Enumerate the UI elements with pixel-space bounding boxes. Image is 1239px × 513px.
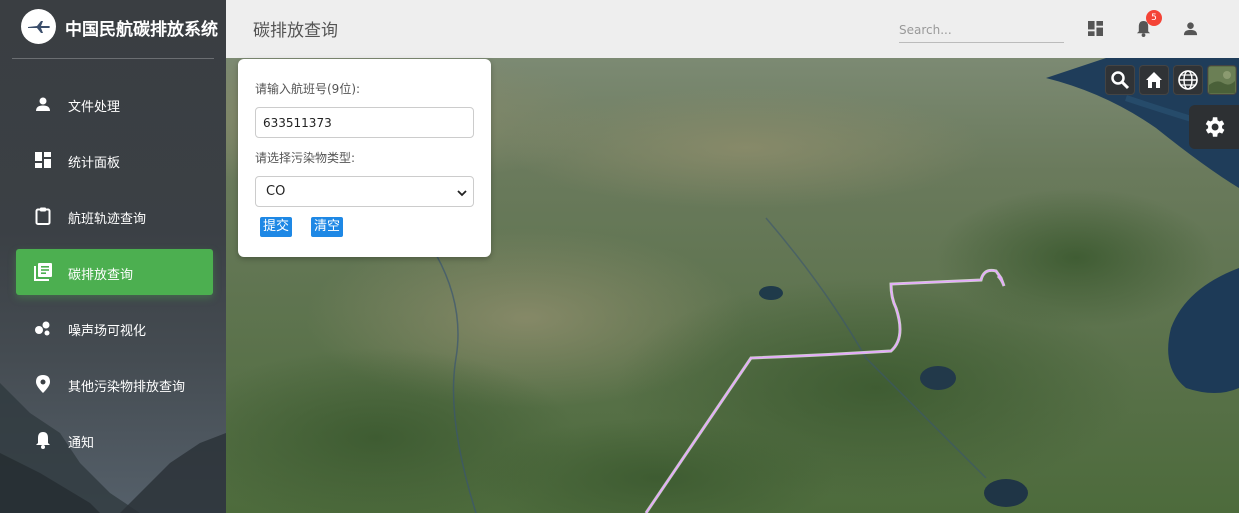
app-title: 中国民航碳排放系统 [65,20,218,40]
person-icon [1183,21,1197,35]
dashboard-icon[interactable] [1084,17,1106,39]
sidebar-item-file-processing[interactable]: 文件处理 [16,81,213,127]
imagery-icon[interactable] [1207,65,1237,95]
page-title: 碳排放查询 [253,21,338,41]
home-icon[interactable] [1139,65,1169,95]
search-icon[interactable] [1105,65,1135,95]
clear-button[interactable]: 清空 [311,217,344,237]
brand-divider [12,58,214,59]
sidebar-item-notifications[interactable]: 通知 [16,417,213,463]
dashboard-icon [33,150,53,170]
map-toolbar [1105,65,1237,95]
sidebar-item-label: 文件处理 [68,100,121,115]
sidebar-item-carbon-emission[interactable]: 碳排放查询 [16,249,213,295]
sidebar-item-label: 航班轨迹查询 [68,212,147,227]
search-input[interactable] [899,17,1064,43]
carbon-query-form: 请输入航班号(9位): 请选择污染物类型: CO 提交 清空 [238,59,491,257]
location-pin-icon [33,374,53,394]
sidebar-item-label: 其他污染物排放查询 [68,380,186,395]
pollutant-type-label: 请选择污染物类型: [255,151,356,165]
person-icon [33,94,53,114]
airplane-logo-icon[interactable] [21,9,56,44]
sidebar: 中国民航碳排放系统 文件处理 统计面板 航班轨迹查询 碳排放查询 噪声场可视化 [0,0,226,513]
globe-icon[interactable] [1173,65,1203,95]
sidebar-item-label: 通知 [68,436,95,451]
user-account-button[interactable] [1179,17,1201,39]
submit-button[interactable]: 提交 [260,217,293,237]
chevron-down-icon [457,187,467,202]
bubble-chart-icon [33,318,53,338]
top-navbar: 碳排放查询 5 [226,0,1239,58]
clipboard-icon [33,206,53,226]
sidebar-item-noise-visualization[interactable]: 噪声场可视化 [16,305,213,351]
notification-badge: 5 [1146,10,1162,26]
sidebar-item-flight-track[interactable]: 航班轨迹查询 [16,193,213,239]
sidebar-item-label: 噪声场可视化 [68,324,147,339]
pollutant-selected-value: CO [266,184,286,199]
library-books-icon [33,262,53,282]
notifications-button[interactable]: 5 [1132,10,1162,39]
pollutant-type-select[interactable]: CO [255,176,474,207]
sidebar-item-label: 碳排放查询 [68,268,134,283]
flight-number-label: 请输入航班号(9位): [255,82,361,96]
flight-number-input[interactable] [255,107,474,138]
sidebar-item-dashboard[interactable]: 统计面板 [16,137,213,183]
sidebar-item-label: 统计面板 [68,156,121,171]
sidebar-item-other-pollutants[interactable]: 其他污染物排放查询 [16,361,213,407]
brand: 中国民航碳排放系统 [0,0,226,56]
settings-icon[interactable] [1189,105,1239,149]
bell-icon [33,430,53,450]
